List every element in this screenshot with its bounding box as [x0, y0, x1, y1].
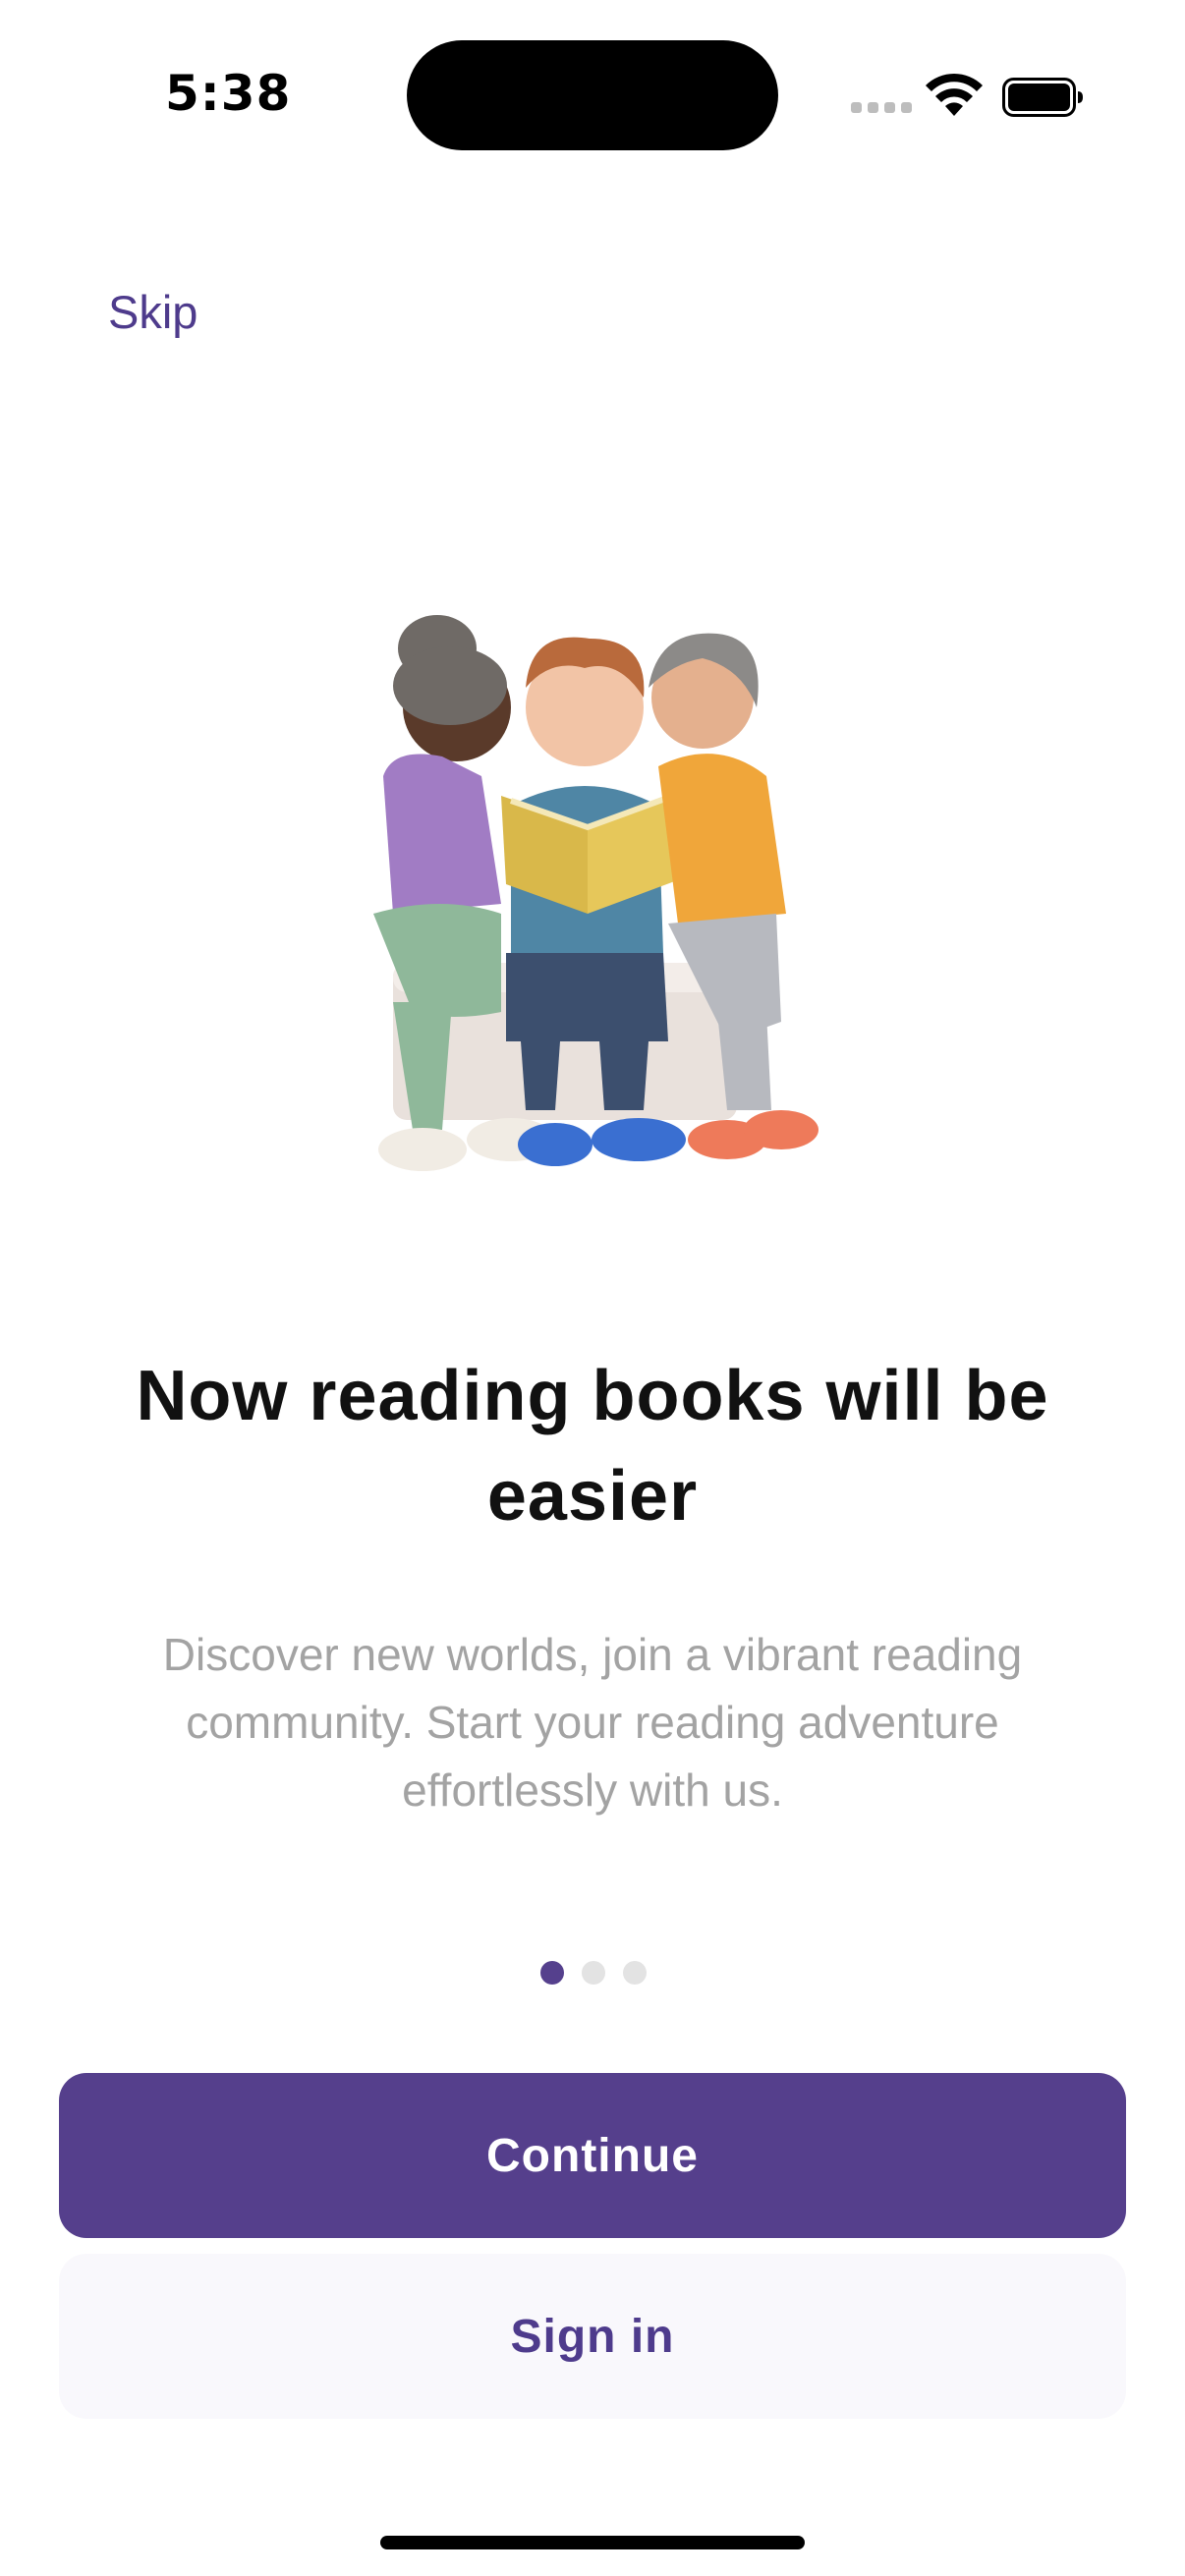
battery-icon [1002, 78, 1083, 117]
cellular-signal-icon [851, 102, 912, 113]
page-dot [623, 1961, 647, 1985]
wifi-icon [926, 73, 983, 116]
reading-friends-illustration [373, 615, 818, 1171]
home-indicator[interactable] [380, 2536, 805, 2549]
page-dot-active [540, 1961, 564, 1985]
skip-button[interactable]: Skip [108, 285, 198, 339]
continue-button[interactable]: Continue [59, 2073, 1126, 2238]
page-indicator [540, 1961, 647, 1985]
status-time: 5:38 [165, 65, 292, 122]
onboarding-headline: Now reading books will be easier [136, 1357, 1049, 1536]
dynamic-island [407, 40, 778, 150]
page-dot [582, 1961, 605, 1985]
onboarding-description: Discover new worlds, join a vibrant read… [162, 1629, 1023, 1816]
sign-in-button[interactable]: Sign in [59, 2254, 1126, 2419]
